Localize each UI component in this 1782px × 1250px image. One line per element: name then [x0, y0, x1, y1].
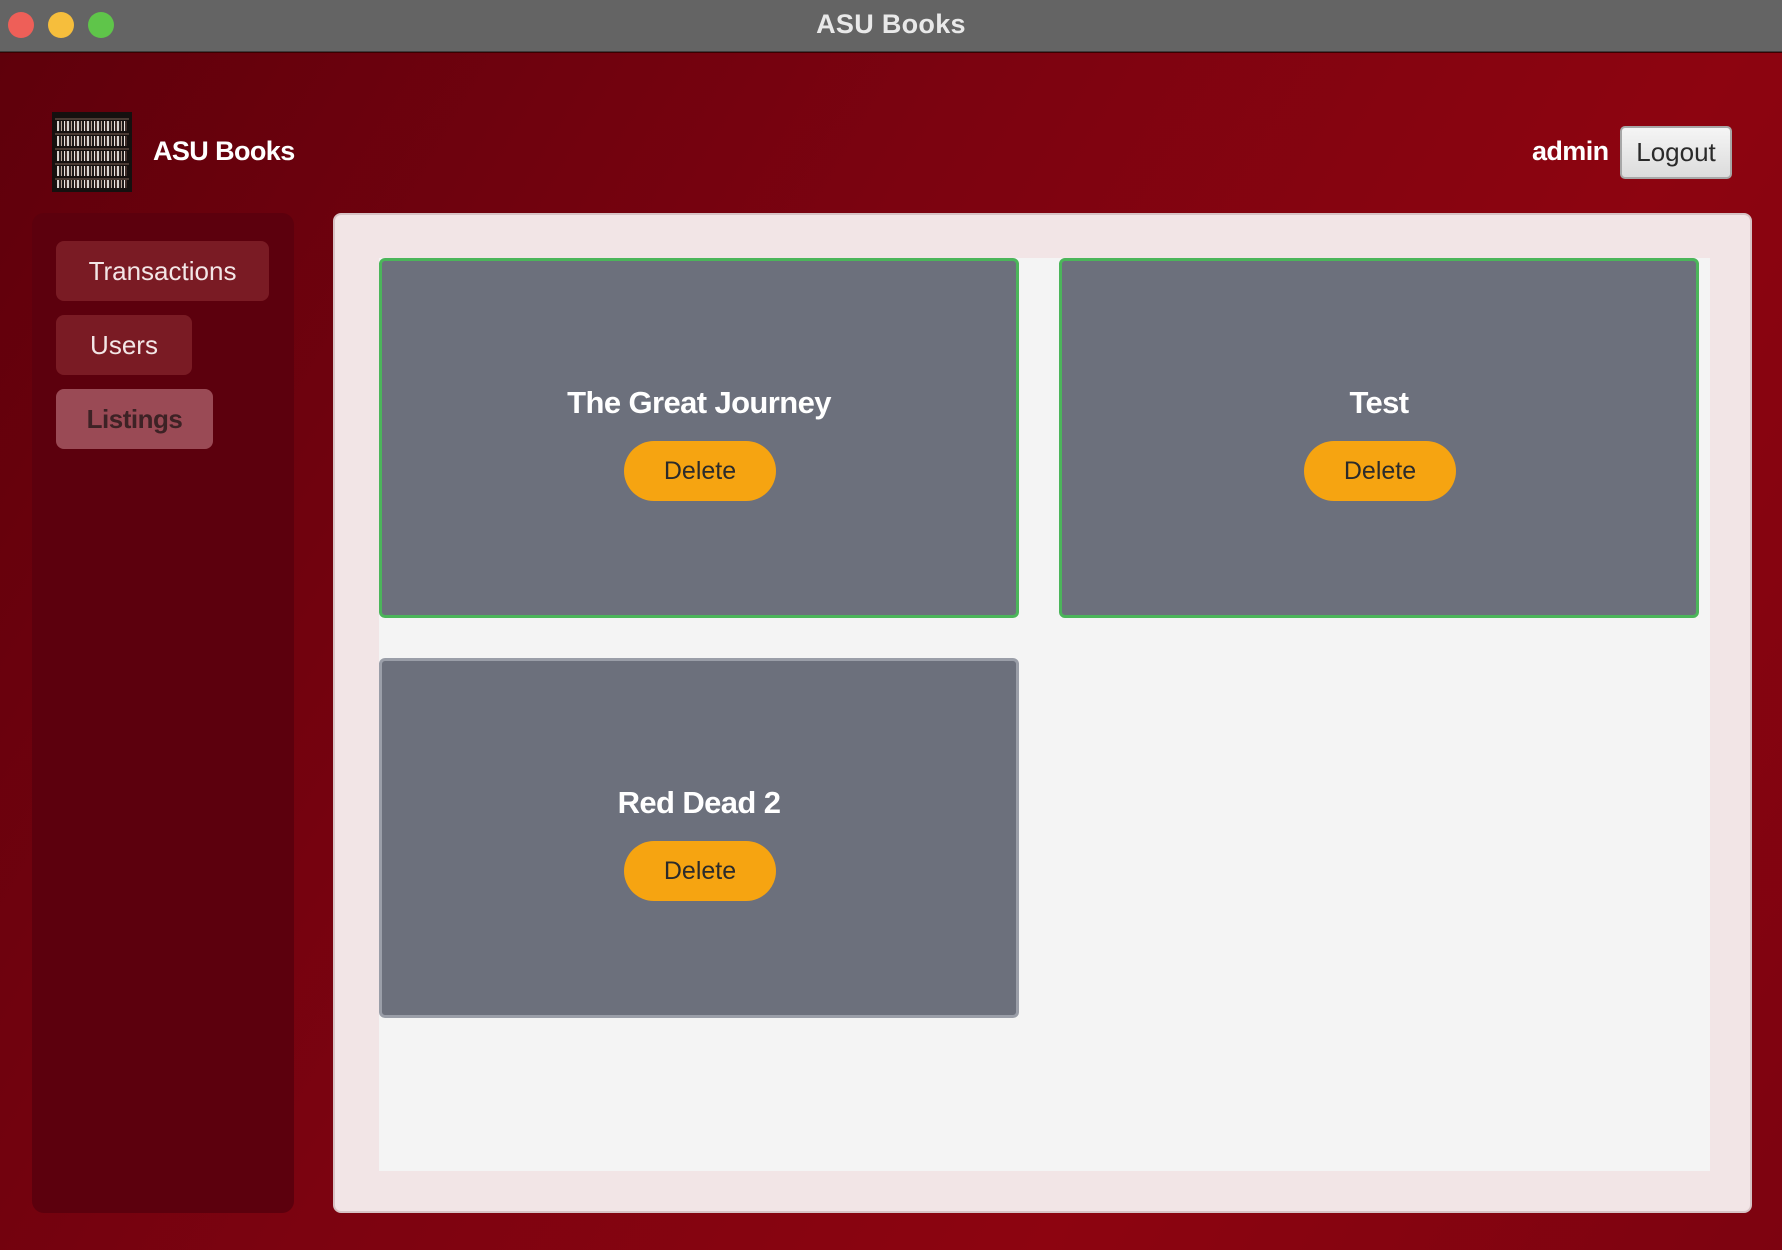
- app-content: ASU Books admin Logout Transactions User…: [0, 53, 1782, 1250]
- sidebar-item-listings[interactable]: Listings: [56, 389, 213, 449]
- sidebar-item-transactions[interactable]: Transactions: [56, 241, 269, 301]
- window-title: ASU Books: [816, 9, 966, 39]
- delete-listing-button[interactable]: Delete: [1304, 441, 1456, 501]
- listing-title: Red Dead 2: [617, 785, 781, 820]
- logout-button[interactable]: Logout: [1620, 126, 1732, 179]
- bookshelf-logo-icon: [52, 112, 132, 192]
- app-window: ASU Books ASU Books admin Logout Transac…: [0, 0, 1782, 1250]
- main-panel: The Great Journey Delete Test Delete Red…: [333, 213, 1752, 1213]
- delete-listing-button[interactable]: Delete: [624, 841, 776, 901]
- listing-card: Test Delete: [1059, 258, 1699, 618]
- brand-name: ASU Books: [153, 136, 295, 166]
- listings-grid: The Great Journey Delete Test Delete Red…: [379, 258, 1710, 1171]
- sidebar-item-users[interactable]: Users: [56, 315, 192, 375]
- listing-card: The Great Journey Delete: [379, 258, 1019, 618]
- listing-title: The Great Journey: [567, 385, 831, 420]
- title-bar[interactable]: ASU Books: [0, 0, 1782, 52]
- sidebar: Transactions Users Listings: [32, 213, 294, 1213]
- current-user-label: admin: [1532, 136, 1609, 166]
- listing-card: Red Dead 2 Delete: [379, 658, 1019, 1018]
- listing-title: Test: [1349, 385, 1409, 420]
- delete-listing-button[interactable]: Delete: [624, 441, 776, 501]
